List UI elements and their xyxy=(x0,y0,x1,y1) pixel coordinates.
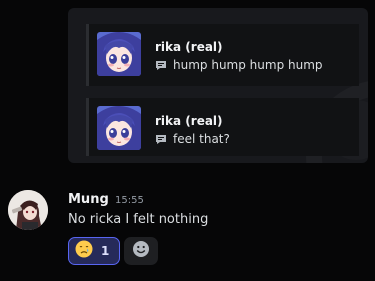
quoted-message[interactable]: rika (real) feel that? xyxy=(86,98,359,156)
message-embed-card: @ rika (real) xyxy=(68,8,368,163)
anime-girl-avatar[interactable] xyxy=(97,32,141,76)
message-text: No ricka I felt nothing xyxy=(68,212,209,227)
crying-face-icon xyxy=(75,240,93,262)
quoted-text-line: feel that? xyxy=(155,132,230,146)
reaction-count: 1 xyxy=(101,244,110,258)
quoted-author[interactable]: rika (real) xyxy=(155,40,223,54)
quoted-text: feel that? xyxy=(173,132,230,146)
anime-girl-avatar[interactable] xyxy=(97,106,141,150)
smiley-icon xyxy=(132,240,150,262)
quoted-author[interactable]: rika (real) xyxy=(155,114,223,128)
message-timestamp: 15:55 xyxy=(115,195,144,206)
quoted-text-line: hump hump hump hump xyxy=(155,58,323,72)
chat-bubble-icon xyxy=(155,134,167,145)
add-reaction-button[interactable] xyxy=(124,237,158,265)
message-author[interactable]: Mung xyxy=(68,192,109,207)
chat-bubble-icon xyxy=(155,60,167,71)
user-avatar[interactable] xyxy=(8,190,48,230)
quoted-message[interactable]: rika (real) hump hump hump hump xyxy=(86,24,359,86)
quoted-text: hump hump hump hump xyxy=(173,58,323,72)
reaction-button[interactable]: 1 xyxy=(68,237,120,265)
